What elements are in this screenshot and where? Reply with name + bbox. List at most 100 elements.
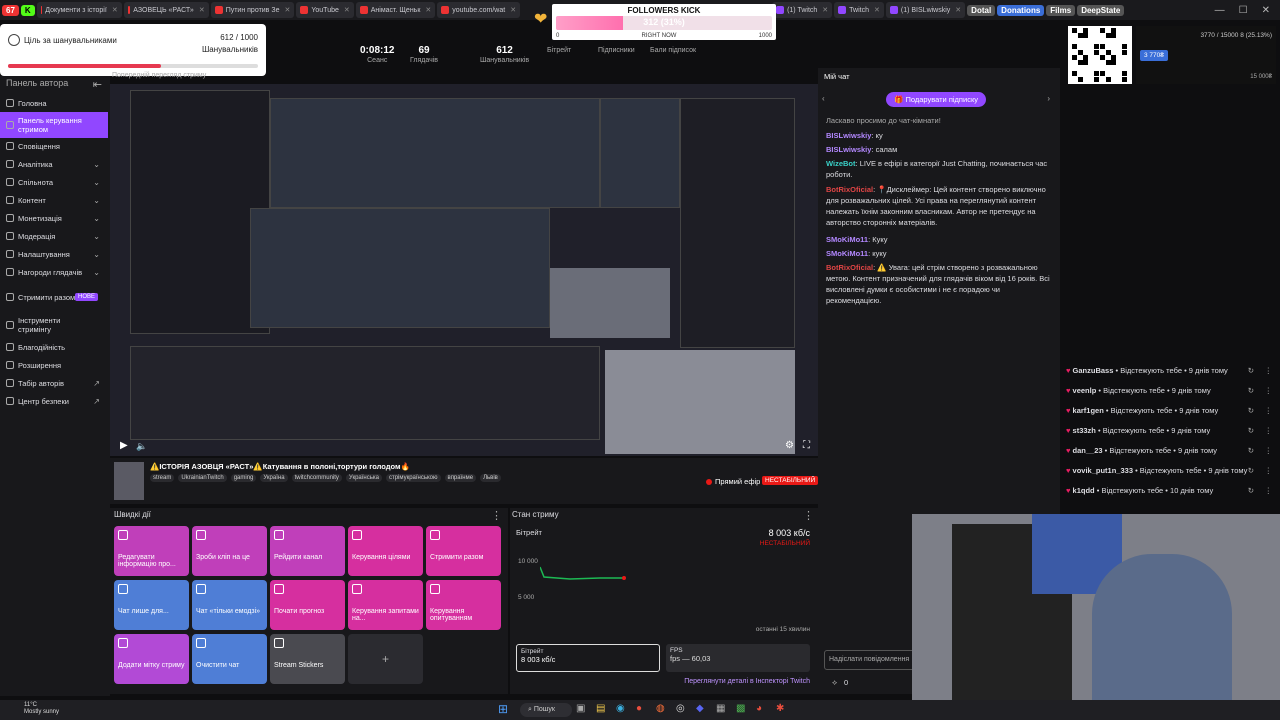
obs-icon[interactable]: ◎	[676, 703, 685, 714]
close-icon[interactable]: ✕	[510, 6, 516, 14]
more-options-icon[interactable]: ⋮	[803, 509, 814, 522]
browser-tab[interactable]: АЗОВЕЦЬ «РАСТ» ✕	[123, 2, 209, 18]
bookmark-badge[interactable]: Donations	[997, 4, 1045, 16]
tag[interactable]: stream	[150, 474, 175, 482]
chat-username[interactable]: WizeBot	[826, 159, 856, 168]
edge-icon[interactable]: ◉	[616, 703, 625, 714]
tag[interactable]: впраїнме	[444, 474, 477, 482]
settings-icon[interactable]: ⚙	[785, 440, 794, 451]
replay-icon[interactable]: ↻	[1248, 406, 1254, 416]
quick-action-button[interactable]: Зроби кліп на це	[192, 526, 267, 576]
taskbar-search[interactable]: ⌕ Пошук	[520, 703, 572, 717]
tag[interactable]: стрімукраїнською	[385, 474, 441, 482]
sidebar-item[interactable]: Нагороди глядачів ⌄	[0, 263, 108, 281]
sidebar-item[interactable]: Спільнота ⌄	[0, 173, 108, 191]
activity-user[interactable]: GanzuBass	[1073, 366, 1114, 375]
task-view-icon[interactable]: ▣	[576, 703, 585, 714]
chevron-right-icon[interactable]: ›	[1047, 94, 1050, 103]
bookmark-badge[interactable]: DeepState	[1077, 4, 1125, 16]
quick-action-button[interactable]: Стримити разом	[426, 526, 501, 576]
chat-username[interactable]: BISLwiwskiy	[826, 131, 871, 140]
replay-icon[interactable]: ↻	[1248, 386, 1254, 396]
quick-action-button[interactable]: Додати мітку стриму	[114, 634, 189, 684]
sidebar-item[interactable]: Контент ⌄	[0, 191, 108, 209]
play-icon[interactable]: ▶	[120, 440, 128, 451]
replay-icon[interactable]: ↻	[1248, 446, 1254, 456]
browser-tab[interactable]: Путин против Зе ✕	[210, 2, 295, 18]
quick-action-button[interactable]: Керування цілями	[348, 526, 423, 576]
more-options-icon[interactable]: ⋮	[1265, 426, 1273, 436]
app-icon[interactable]: ✱	[776, 703, 784, 714]
activity-user[interactable]: k1qdd	[1073, 486, 1095, 495]
bitrate-card[interactable]: Бітрейт 8 003 кб/с	[516, 644, 660, 672]
browser-icon[interactable]: ●	[636, 703, 642, 714]
chat-username[interactable]: BISLwiwskiy	[826, 145, 871, 154]
quick-action-button[interactable]: Керування запитами на...	[348, 580, 423, 630]
sidebar-item[interactable]: Монетизація ⌄	[0, 209, 108, 227]
close-icon[interactable]: ✕	[955, 6, 961, 14]
quick-action-button[interactable]: Чат «тільки емодзі»	[192, 580, 267, 630]
maximize-button[interactable]: ☐	[1239, 5, 1248, 16]
minimize-button[interactable]: —	[1215, 5, 1225, 16]
browser-tab[interactable]: Документи з історії ✕	[36, 2, 122, 18]
points-icon[interactable]: ⟡	[832, 678, 837, 688]
quick-action-button[interactable]: Stream Stickers	[270, 634, 345, 684]
sidebar-item[interactable]: Сповіщення	[0, 137, 108, 155]
quick-action-button[interactable]: Редагувати інформацію про...	[114, 526, 189, 576]
sidebar-item[interactable]: Налаштування ⌄	[0, 245, 108, 263]
tag[interactable]: Українська	[345, 474, 382, 482]
replay-icon[interactable]: ↻	[1248, 366, 1254, 376]
chat-username[interactable]: SMoKiMo11	[826, 235, 868, 244]
browser-tab[interactable]: (1) Twitch ✕	[772, 2, 833, 18]
quick-action-button[interactable]: Почати прогноз	[270, 580, 345, 630]
tag[interactable]: Львів	[480, 474, 501, 482]
more-options-icon[interactable]: ⋮	[1265, 406, 1273, 416]
weather-widget[interactable]: 11°C Mostly sunny	[24, 702, 59, 716]
chat-username[interactable]: BotRixOficial	[826, 185, 873, 194]
sidebar-item[interactable]: Благодійність	[0, 338, 108, 356]
close-icon[interactable]: ✕	[874, 6, 880, 14]
browser-tab[interactable]: youtube.com/wat ✕	[437, 2, 521, 18]
windows-start-icon[interactable]: ⊞	[498, 702, 508, 716]
sidebar-item[interactable]: Розширення	[0, 356, 108, 374]
app-icon[interactable]: ▦	[716, 703, 725, 714]
tag[interactable]: twitchcommunity	[291, 474, 342, 482]
sidebar-item[interactable]: Інструменти стримінгу	[0, 312, 108, 338]
browser-tab[interactable]: YouTube ✕	[296, 2, 354, 18]
sidebar-item[interactable]: Табір авторів ↗	[0, 374, 108, 392]
close-icon[interactable]: ✕	[284, 6, 290, 14]
sidebar-item[interactable]: Модерація ⌄	[0, 227, 108, 245]
chevron-left-icon[interactable]: ‹	[822, 94, 825, 103]
collapse-sidebar-icon[interactable]: ⇤	[93, 78, 102, 91]
tag[interactable]: UkrainianTwitch	[178, 474, 227, 482]
replay-icon[interactable]: ↻	[1248, 466, 1254, 476]
chat-username[interactable]: SMoKiMo11	[826, 249, 868, 258]
replay-icon[interactable]: ↻	[1248, 486, 1254, 496]
close-window-button[interactable]: ✕	[1262, 5, 1270, 16]
more-options-icon[interactable]: ⋮	[1265, 486, 1273, 496]
tag[interactable]: Україна	[260, 474, 288, 482]
browser-tab[interactable]: Анімаст. Щеньк ✕	[355, 2, 436, 18]
fullscreen-icon[interactable]: ⛶	[803, 440, 810, 451]
sidebar-item[interactable]: Панель керування стримом	[0, 112, 108, 138]
app-icon[interactable]: ▩	[736, 703, 745, 714]
activity-user[interactable]: st33zh	[1073, 426, 1096, 435]
quick-action-button[interactable]: Рейдити канал	[270, 526, 345, 576]
fps-card[interactable]: FPS fps — 60,03	[666, 644, 810, 672]
close-icon[interactable]: ✕	[199, 6, 205, 14]
more-options-icon[interactable]: ⋮	[1265, 386, 1273, 396]
more-options-icon[interactable]: ⋮	[1265, 466, 1273, 476]
more-options-icon[interactable]: ⋮	[1265, 446, 1273, 456]
chat-username[interactable]: BotRixOficial	[826, 263, 873, 272]
chrome-icon[interactable]: ◕	[756, 703, 762, 714]
quick-action-button[interactable]: Чат лише для...	[114, 580, 189, 630]
stream-preview-video[interactable]: ▶ 🔈 ⚙ ⛶	[110, 84, 818, 456]
replay-icon[interactable]: ↻	[1248, 426, 1254, 436]
activity-user[interactable]: veenlp	[1073, 386, 1097, 395]
gift-sub-button[interactable]: 🎁 Подарувати підписку	[886, 92, 987, 107]
more-options-icon[interactable]: ⋮	[1265, 366, 1273, 376]
inspector-link[interactable]: Переглянути деталі в Інспекторі Twitch	[684, 678, 810, 685]
sidebar-item[interactable]: Стримити разом НОВЕ	[0, 284, 108, 310]
sidebar-item[interactable]: Головна	[0, 94, 108, 112]
more-options-icon[interactable]: ⋮	[491, 509, 502, 522]
